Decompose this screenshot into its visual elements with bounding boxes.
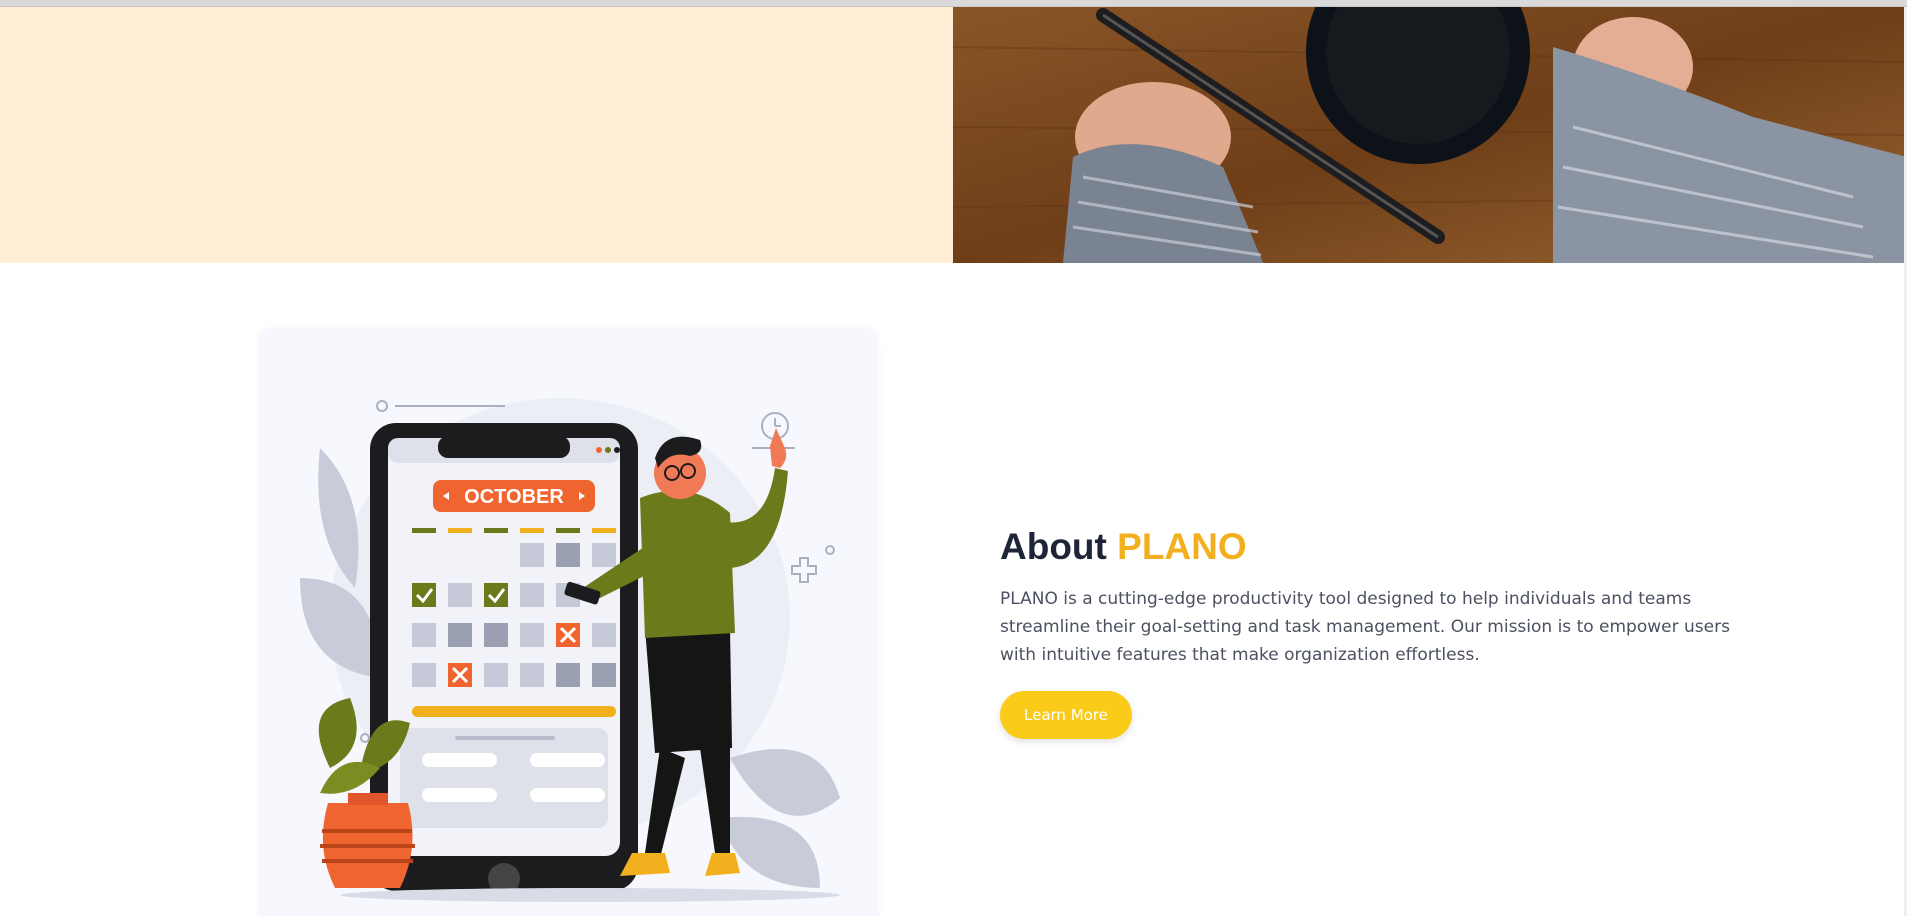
about-heading-prefix: About: [1000, 526, 1107, 567]
about-description: PLANO is a cutting-edge productivity too…: [1000, 589, 1730, 665]
about-heading-brand: PLANO: [1117, 526, 1247, 567]
hero-section: [0, 7, 1907, 263]
learn-more-button[interactable]: Learn More: [1000, 691, 1132, 739]
hero-color-panel: [0, 7, 953, 263]
calendar-month-label: OCTOBER: [464, 486, 564, 508]
hero-photo: [953, 7, 1907, 263]
page: OCTOBER About PLANO PLANO is a cutting-e…: [0, 0, 1907, 916]
about-content: About PLANO PLANO is a cutting-edge prod…: [1000, 525, 1730, 739]
about-section: OCTOBER About PLANO PLANO is a cutting-e…: [0, 263, 1907, 916]
browser-top-edge: [0, 0, 1907, 7]
about-heading: About PLANO: [1000, 525, 1730, 569]
calendar-illustration: OCTOBER: [300, 398, 840, 902]
about-illustration-card: OCTOBER: [260, 328, 877, 916]
